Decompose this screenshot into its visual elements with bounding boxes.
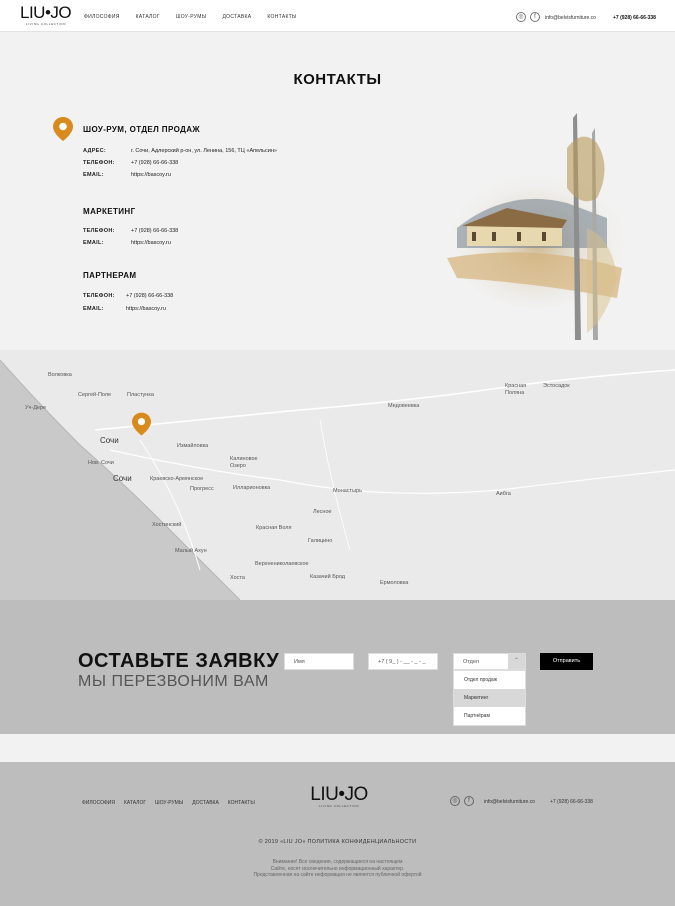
nav-item-contacts[interactable]: КОНТАКТЫ xyxy=(267,14,296,20)
department-dropdown: Отдел продаж Маркетинг Партнёрам xyxy=(453,670,526,726)
map-label: Хоста xyxy=(230,575,245,581)
showroom-address-row: АДРЕС: г. Сочи, Адлерский р-он, ул. Ленин… xyxy=(83,148,277,154)
form-subtitle: МЫ ПЕРЕЗВОНИМ ВАМ xyxy=(78,673,269,690)
map-label: Галицино xyxy=(308,538,333,544)
disclaimer: Внимание! Все сведения, содержащиеся на … xyxy=(0,859,675,879)
watercolor-illustration xyxy=(447,113,625,340)
phone-input[interactable]: +7 ( 9_ ) - __ - _ - _ xyxy=(368,653,438,670)
map-label: Лесное xyxy=(313,509,332,515)
address-value: г. Сочи, Адлерский р-он, ул. Ленина, 156… xyxy=(131,148,277,154)
disclaimer-line: Представленная на сайте информация не яв… xyxy=(253,872,422,878)
section-title-partners: ПАРТНЕРАМ xyxy=(83,271,137,280)
phone-value[interactable]: +7 (928) 66-66-338 xyxy=(126,293,173,299)
map-marker-icon[interactable] xyxy=(132,412,151,436)
location-pin-icon xyxy=(53,117,73,141)
footer-nav-showrooms[interactable]: ШОУ-РУМЫ xyxy=(155,800,183,806)
nav-item-catalog[interactable]: КАТАЛОГ xyxy=(136,14,160,20)
map-label: Медовеевка xyxy=(388,403,420,409)
email-value[interactable]: https://bascoy.ru xyxy=(131,172,171,178)
map-label: Нов. Сочи xyxy=(88,460,114,466)
map-label: Волковка xyxy=(48,372,72,378)
map-label: Краевско-Армянское xyxy=(150,476,204,482)
chevron-up-icon[interactable]: ⌃ xyxy=(508,654,525,669)
department-select[interactable]: Отдел ⌃ xyxy=(453,653,526,670)
map-label: Сочи xyxy=(113,474,132,483)
map-label: Прогресс xyxy=(190,486,214,492)
partners-email-row: EMAIL: https://bascoy.ru xyxy=(83,306,166,312)
map-label: Пластунка xyxy=(127,392,154,398)
main-nav: ФИЛОСОФИЯ КАТАЛОГ ШОУ-РУМЫ ДОСТАВКА КОНТ… xyxy=(84,14,297,20)
section-title-showroom: ШОУ-РУМ, ОТДЕЛ ПРОДАЖ xyxy=(83,125,201,134)
address-label: АДРЕС: xyxy=(83,148,107,154)
facebook-icon[interactable]: f xyxy=(530,12,540,22)
map-label: Эстосадок xyxy=(543,383,570,389)
facebook-icon[interactable]: f xyxy=(464,796,474,806)
email-label: EMAIL: xyxy=(83,172,104,178)
map-label: Хостинский xyxy=(152,522,182,528)
select-value: Отдел xyxy=(463,659,479,665)
map-label: Аибга xyxy=(496,491,511,497)
form-title: ОСТАВЬТЕ ЗАЯВКУ xyxy=(78,650,280,672)
partners-phone-row: ТЕЛЕФОН: +7 (928) 66-66-338 xyxy=(83,293,173,299)
map-label: Малый Ахун xyxy=(175,548,207,554)
site-header: LIU•JO LIVING COLLECTION ФИЛОСОФИЯ КАТАЛ… xyxy=(0,0,675,32)
site-logo[interactable]: LIU•JO LIVING COLLECTION xyxy=(20,3,72,26)
header-email-link[interactable]: info@belvisfurniture.co xyxy=(545,15,596,21)
map-label: Уч-Дере xyxy=(25,405,47,411)
email-value[interactable]: https://bascoy.ru xyxy=(126,306,166,312)
map-label: Измайловка xyxy=(177,443,209,449)
footer-email-link[interactable]: info@belvisfurniture.co xyxy=(484,799,535,805)
email-value[interactable]: https://bascoy.ru xyxy=(131,240,171,246)
nav-item-showrooms[interactable]: ШОУ-РУМЫ xyxy=(176,14,207,20)
footer-logo[interactable]: LIU•JO LIVING COLLECTION xyxy=(309,784,369,808)
footer-nav-philosophy[interactable]: ФИЛОСОФИЯ xyxy=(82,800,115,806)
spacer-band xyxy=(0,734,675,762)
footer-logo-text: LIU•JO xyxy=(310,784,368,805)
showroom-phone-row: ТЕЛЕФОН: +7 (928) 66-66-338 xyxy=(83,160,178,166)
logo-subtitle: LIVING COLLECTION xyxy=(25,22,67,26)
nav-item-philosophy[interactable]: ФИЛОСОФИЯ xyxy=(84,14,120,20)
map-label: Ермоловка xyxy=(380,580,409,586)
map-label: Сочи xyxy=(100,436,119,445)
dropdown-option-partners[interactable]: Партнёрам xyxy=(454,707,525,725)
marketing-phone-row: ТЕЛЕФОН: +7 (928) 66-66-338 xyxy=(83,228,178,234)
nav-item-delivery[interactable]: ДОСТАВКА xyxy=(222,14,251,20)
copyright[interactable]: © 2019 «LIU JO» ПОЛИТИКА КОНФИДЕНЦИАЛЬНО… xyxy=(0,839,675,845)
map-label: Казачий Брод xyxy=(310,574,346,580)
section-title-marketing: МАРКЕТИНГ xyxy=(83,207,136,216)
map-label: Илларионовка xyxy=(233,485,271,491)
footer-phone-link[interactable]: +7 (928) 66-66-338 xyxy=(550,799,593,805)
map-terrain xyxy=(0,350,675,600)
phone-label: ТЕЛЕФОН: xyxy=(83,293,115,299)
map-label: Красная Воля xyxy=(256,525,292,531)
map-label: Сергей-Поле xyxy=(78,392,112,398)
page-title: КОНТАКТЫ xyxy=(293,71,382,88)
footer-nav-contacts[interactable]: КОНТАКТЫ xyxy=(228,800,255,806)
phone-label: ТЕЛЕФОН: xyxy=(83,228,115,234)
email-label: EMAIL: xyxy=(83,306,104,312)
phone-value[interactable]: +7 (928) 66-66-338 xyxy=(131,228,178,234)
email-label: EMAIL: xyxy=(83,240,104,246)
submit-button[interactable]: Отправить xyxy=(540,653,593,670)
dropdown-option-marketing[interactable]: Маркетинг xyxy=(454,689,525,707)
map-label: Калиновое Озеро xyxy=(230,456,258,469)
phone-label: ТЕЛЕФОН: xyxy=(83,160,115,166)
map[interactable]: Волковка Сергей-Поле Пластунка Уч-Дере С… xyxy=(0,350,675,600)
dropdown-option-sales[interactable]: Отдел продаж xyxy=(454,671,525,689)
header-phone-link[interactable]: +7 (928) 66-66-338 xyxy=(613,15,656,21)
phone-value[interactable]: +7 (928) 66-66-338 xyxy=(131,160,178,166)
footer-nav: ФИЛОСОФИЯ КАТАЛОГ ШОУ-РУМЫ ДОСТАВКА КОНТ… xyxy=(82,800,255,806)
name-input[interactable]: Имя xyxy=(284,653,354,670)
footer-nav-delivery[interactable]: ДОСТАВКА xyxy=(192,800,219,806)
marketing-email-row: EMAIL: https://bascoy.ru xyxy=(83,240,171,246)
instagram-icon[interactable]: ◎ xyxy=(450,796,460,806)
showroom-email-row: EMAIL: https://bascoy.ru xyxy=(83,172,171,178)
logo-text: LIU•JO xyxy=(20,3,72,22)
instagram-icon[interactable]: ◎ xyxy=(516,12,526,22)
map-label: Верхнениколаевское xyxy=(255,561,309,567)
footer-nav-catalog[interactable]: КАТАЛОГ xyxy=(124,800,146,806)
map-label: Красная Поляна xyxy=(505,383,527,396)
map-label: Монастырь xyxy=(333,488,362,494)
